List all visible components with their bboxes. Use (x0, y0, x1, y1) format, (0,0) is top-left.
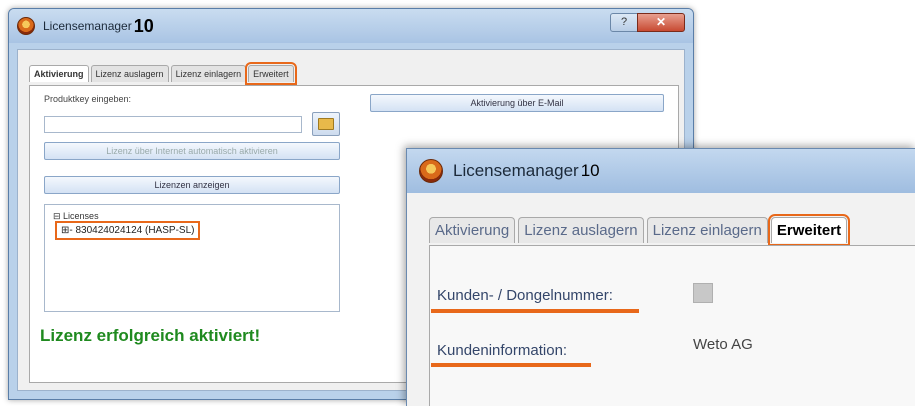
tab-lizenz-auslagern[interactable]: Lizenz auslagern (90, 65, 169, 82)
title-bar: Licensemanager 10 ? ✕ (9, 9, 693, 43)
help-button[interactable]: ? (610, 13, 638, 32)
tab-erweitert[interactable]: Erweitert (245, 62, 297, 85)
tab-panel-erweitert (429, 245, 915, 406)
browse-button[interactable] (312, 112, 340, 136)
dongle-number-label: Kunden- / Dongelnummer: (437, 287, 613, 304)
folder-icon (318, 118, 334, 130)
internet-activation-button[interactable]: Lizenz über Internet automatisch aktivie… (44, 142, 340, 160)
window-version: 10 (133, 15, 154, 36)
window-title-zoomed: Licensemanager (453, 161, 579, 180)
window-version-zoomed: 10 (580, 161, 600, 180)
tab-lizenz-auslagern-zoomed[interactable]: Lizenz auslagern (518, 217, 644, 243)
customer-info-value: Weto AG (693, 336, 753, 353)
tree-item-license[interactable]: ⊞- 830424024124 (HASP-SL) (54, 221, 201, 240)
tab-strip-zoomed: Aktivierung Lizenz auslagern Lizenz einl… (429, 214, 851, 246)
dongle-underline-marker (431, 309, 639, 313)
email-activation-button[interactable]: Aktivierung über E-Mail (370, 94, 664, 112)
app-shield-icon (419, 159, 443, 183)
success-message: Lizenz erfolgreich aktiviert! (40, 326, 261, 345)
title-bar-zoomed: Licensemanager 10 (407, 149, 915, 193)
customer-info-label: Kundeninformation: (437, 342, 568, 359)
tab-lizenz-einlagern-zoomed[interactable]: Lizenz einlagern (646, 217, 768, 243)
tab-erweitert-zoomed[interactable]: Erweitert (767, 214, 851, 246)
show-licenses-button[interactable]: Lizenzen anzeigen (44, 176, 340, 194)
customer-info-underline-marker (431, 363, 591, 367)
tree-root-licenses[interactable]: ⊟ Licenses (53, 211, 99, 222)
license-tree: ⊟ Licenses ⊞- 830424024124 (HASP-SL) (44, 204, 340, 312)
tab-lizenz-einlagern[interactable]: Lizenz einlagern (170, 65, 247, 82)
window-title: Licensemanager (43, 19, 132, 33)
close-button[interactable]: ✕ (637, 13, 685, 32)
dongle-number-field[interactable] (693, 283, 713, 303)
productkey-label: Produktkey eingeben: (44, 94, 132, 104)
productkey-input[interactable] (44, 116, 302, 133)
tab-aktivierung[interactable]: Aktivierung (29, 65, 89, 82)
tab-aktivierung-zoomed[interactable]: Aktivierung (429, 217, 516, 243)
app-shield-icon (17, 17, 35, 35)
licensemanager-window-front: Licensemanager 10 Aktivierung Lizenz aus… (406, 148, 915, 406)
tab-strip: Aktivierung Lizenz auslagern Lizenz einl… (29, 62, 297, 85)
